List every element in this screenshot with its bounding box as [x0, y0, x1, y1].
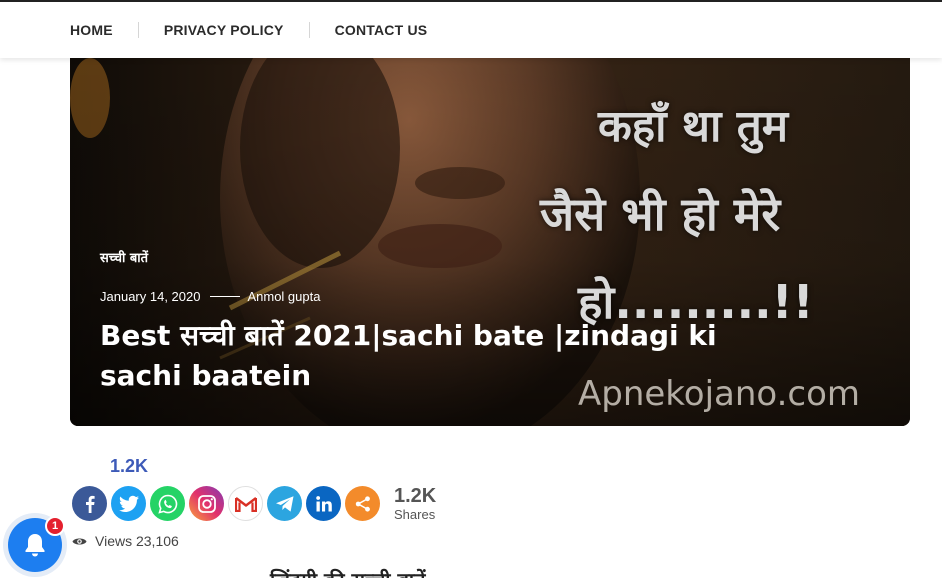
nav-divider — [308, 22, 310, 38]
gmail-share-button[interactable] — [228, 486, 263, 521]
post-title[interactable]: Best सच्ची बातें 2021|sachi bate |zindag… — [100, 316, 800, 396]
post-meta: January 14, 2020 Anmol gupta — [100, 289, 320, 304]
share-icon — [355, 495, 370, 512]
eye-icon — [72, 536, 87, 547]
notification-bell-button[interactable]: 1 — [3, 513, 67, 577]
social-share-bar: 1.2K Shares — [72, 486, 436, 521]
featured-post-hero[interactable]: कहाँ था तुम जैसे भी हो मेरे हो.........!… — [70, 58, 910, 426]
nav-privacy-policy-link[interactable]: PRIVACY POLICY — [164, 22, 284, 38]
hero-image-text-line: कहाँ था तुम — [598, 101, 789, 152]
nav-divider — [137, 22, 139, 38]
facebook-share-button[interactable] — [72, 486, 107, 521]
notification-count-badge: 1 — [45, 516, 65, 536]
views-count: Views 23,106 — [95, 533, 179, 549]
instagram-share-button[interactable] — [189, 486, 224, 521]
whatsapp-icon — [157, 494, 177, 514]
twitter-icon — [118, 495, 139, 512]
share-total-top: 1.2K — [110, 456, 149, 476]
whatsapp-share-button[interactable] — [150, 486, 185, 521]
post-date: January 14, 2020 — [100, 289, 201, 304]
main-navigation: HOME PRIVACY POLICY CONTACT US — [0, 2, 942, 58]
hero-image-text-line: जैसे भी हो मेरे — [540, 187, 781, 241]
nav-home-link[interactable]: HOME — [70, 22, 113, 38]
facebook-icon — [85, 495, 95, 513]
bell-icon — [25, 534, 45, 557]
nav-contact-us-link[interactable]: CONTACT US — [335, 22, 428, 38]
twitter-share-button[interactable] — [111, 486, 146, 521]
post-category-link[interactable]: सच्ची बातें — [100, 248, 148, 266]
share-count-number: 1.2K — [394, 485, 437, 507]
linkedin-icon — [315, 495, 332, 511]
telegram-icon — [275, 495, 293, 512]
post-author-link[interactable]: Anmol gupta — [247, 289, 320, 304]
post-views: Views 23,106 — [72, 533, 179, 549]
more-share-button[interactable] — [345, 486, 380, 521]
telegram-share-button[interactable] — [267, 486, 302, 521]
linkedin-share-button[interactable] — [306, 486, 341, 521]
share-count: 1.2K Shares — [394, 486, 436, 521]
gmail-icon — [234, 496, 257, 512]
meta-divider — [210, 296, 241, 297]
article-body-partial-text: ज़िंदगी की सच्ची बातें — [270, 566, 425, 578]
share-count-label: Shares — [394, 507, 436, 522]
instagram-icon — [197, 494, 216, 513]
